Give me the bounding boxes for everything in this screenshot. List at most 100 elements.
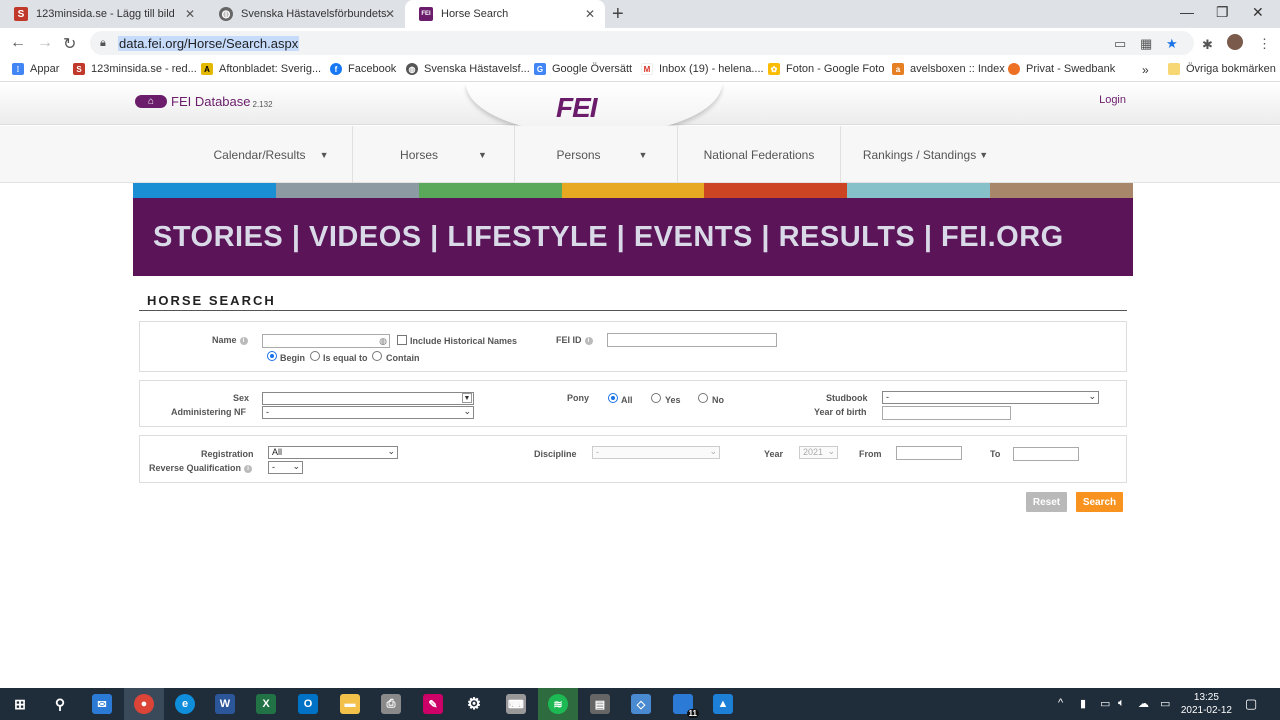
studbook-label: Studbook — [826, 393, 868, 403]
minimize-icon[interactable]: — — [1180, 4, 1194, 20]
windows-taskbar: ⊞ ⚲ ✉ ● e W X O ▬ ⎙ ✎ ⚙ ⌨ ≋ ▤ ◇ 11 ▲ ^ ▮… — [0, 688, 1280, 720]
maximize-icon[interactable]: ❐ — [1216, 4, 1229, 21]
bookmark-photos[interactable]: ✿ Foton - Google Foto — [768, 63, 884, 75]
name-input[interactable]: ◍ — [262, 334, 390, 348]
search-icon[interactable]: ⚲ — [50, 694, 70, 714]
reset-button[interactable]: Reset — [1026, 492, 1067, 512]
studbook-select[interactable]: - ⌄ — [882, 391, 1099, 404]
volume-icon[interactable]: 🔈︎ — [1118, 697, 1125, 710]
system-clock[interactable]: 13:25 2021-02-12 — [1181, 691, 1232, 717]
calculator-icon[interactable]: ▤ — [590, 694, 610, 714]
new-tab-button[interactable]: + — [612, 3, 624, 26]
reverse-qual-select[interactable]: - ⌄ — [268, 461, 303, 474]
word-icon[interactable]: W — [215, 694, 235, 714]
url-text[interactable]: data.fei.org/Horse/Search.aspx — [118, 36, 300, 51]
bookmark-translate[interactable]: G Google Översätt — [534, 63, 632, 75]
url-field[interactable]: 🔒︎ data.fei.org/Horse/Search.aspx ▭ ▦ ★ — [90, 31, 1194, 55]
battery-icon[interactable]: ▮ — [1080, 697, 1086, 710]
menu-icon[interactable]: ⋮ — [1258, 36, 1271, 52]
promo-banner[interactable]: STORIES | VIDEOS | LIFESTYLE | EVENTS | … — [133, 198, 1133, 276]
star-icon[interactable]: ★ — [1166, 36, 1178, 52]
settings-icon[interactable]: ⚙ — [464, 694, 484, 714]
nav-horses[interactable]: Horses ▼ — [352, 126, 514, 183]
close-window-icon[interactable]: ✕ — [1252, 4, 1264, 21]
notifications-icon[interactable]: ▢ — [1245, 696, 1257, 712]
lock-icon: 🔒︎ — [100, 37, 106, 49]
extensions-icon[interactable]: ✱ — [1202, 37, 1213, 53]
pony-all-radio[interactable] — [608, 393, 618, 403]
chevron-up-icon[interactable]: ^ — [1058, 697, 1063, 709]
file-explorer-icon[interactable]: ▬ — [340, 694, 360, 714]
paint-icon[interactable]: ✎ — [423, 694, 443, 714]
name-panel: Name i ◍ Include Historical Names Begin I… — [139, 321, 1127, 372]
from-input[interactable] — [896, 446, 962, 460]
excel-icon[interactable]: X — [256, 694, 276, 714]
aftonbladet-icon: A — [201, 63, 213, 75]
bookmark-avelsboxen[interactable]: a avelsboxen :: Index — [892, 63, 1005, 75]
include-historical-checkbox[interactable] — [397, 335, 407, 345]
browser-tab-1[interactable]: S 123minsida.se - Lägg till bild ✕ — [0, 0, 205, 28]
screenshot-icon[interactable]: ▦ — [1140, 36, 1152, 52]
bookmark-appar[interactable]: ⁞ Appar — [12, 63, 59, 75]
printer-icon[interactable]: ⎙ — [381, 694, 401, 714]
cast-icon[interactable]: ▭ — [1114, 36, 1126, 52]
match-equal-radio[interactable] — [310, 351, 320, 361]
admin-nf-select[interactable]: - ⌄ — [262, 406, 474, 419]
photos-app-icon[interactable]: ▲ — [713, 694, 733, 714]
chrome-icon[interactable]: ● — [134, 694, 154, 714]
nav-national-federations[interactable]: National Federations — [677, 126, 840, 183]
sex-select[interactable]: ▼ — [262, 392, 474, 405]
spotify-icon[interactable]: ≋ — [548, 694, 568, 714]
pony-yes-radio[interactable] — [651, 393, 661, 403]
fei-logo[interactable]: FEI — [556, 92, 598, 124]
translate-icon: G — [534, 63, 546, 75]
browser-tab-2[interactable]: ◍ Svenska Hästavelsförbundets web ✕ — [205, 0, 405, 28]
close-icon[interactable]: ✕ — [185, 7, 195, 21]
search-button[interactable]: Search — [1076, 492, 1123, 512]
bookmark-123minsida[interactable]: S 123minsida.se - red... — [73, 63, 197, 75]
info-icon[interactable]: i — [584, 336, 593, 345]
fei-database-link[interactable]: ⌂ FEI Database 2.132 — [135, 94, 273, 109]
bookmarks-more-button[interactable]: » — [1142, 63, 1149, 77]
feiid-input[interactable] — [607, 333, 777, 347]
match-contain-radio[interactable] — [372, 351, 382, 361]
wifi-icon[interactable]: ▭ — [1100, 697, 1110, 710]
edge-icon[interactable]: e — [175, 694, 195, 714]
cloud-icon[interactable]: ☁ — [1138, 697, 1149, 710]
windows-start-icon[interactable]: ⊞ — [10, 694, 30, 714]
avatar[interactable] — [1227, 34, 1243, 50]
close-icon[interactable]: ✕ — [585, 7, 595, 21]
bookmark-svenska[interactable]: ◍ Svenska Hästavelsf... — [406, 63, 530, 75]
year-of-birth-input[interactable] — [882, 406, 1011, 420]
match-begin-radio[interactable] — [267, 351, 277, 361]
to-input[interactable] — [1013, 447, 1079, 461]
info-icon[interactable]: i — [244, 464, 253, 473]
title-divider — [139, 310, 1127, 311]
year-select[interactable]: 2021 ⌄ — [799, 446, 838, 459]
pony-no-radio[interactable] — [698, 393, 708, 403]
forward-icon[interactable]: → — [37, 34, 53, 52]
login-link[interactable]: Login — [1099, 94, 1126, 106]
info-icon[interactable]: i — [239, 336, 248, 345]
bookmark-other[interactable]: Övriga bokmärken — [1168, 63, 1276, 75]
bookmark-swedbank[interactable]: Privat - Swedbank — [1008, 63, 1115, 75]
bookmark-inbox[interactable]: M Inbox (19) - helena.... — [641, 63, 764, 75]
nav-persons[interactable]: Persons ▼ — [514, 126, 677, 183]
nav-rankings-standings[interactable]: Rankings / Standings ▼ — [840, 126, 1010, 183]
registration-select[interactable]: All ⌄ — [268, 446, 398, 459]
s-icon: S — [73, 63, 85, 75]
bookmark-aftonbladet[interactable]: A Aftonbladet: Sverig... — [201, 63, 321, 75]
discipline-select[interactable]: - ⌄ — [592, 446, 720, 459]
language-icon[interactable]: ▭ — [1160, 697, 1170, 710]
back-icon[interactable]: ← — [10, 34, 26, 52]
browser-tab-3[interactable]: FEI Horse Search ✕ — [405, 0, 605, 28]
notes-icon[interactable]: ◇ — [631, 694, 651, 714]
keyboard-icon[interactable]: ⌨ — [506, 694, 526, 714]
document-icon[interactable]: 11 — [673, 694, 699, 718]
nav-calendar-results[interactable]: Calendar/Results ▼ — [190, 126, 352, 183]
reload-icon[interactable]: ↻ — [63, 34, 76, 54]
mail-icon[interactable]: ✉ — [92, 694, 112, 714]
close-icon[interactable]: ✕ — [385, 7, 395, 21]
outlook-icon[interactable]: O — [298, 694, 318, 714]
bookmark-facebook[interactable]: f Facebook — [330, 63, 396, 75]
